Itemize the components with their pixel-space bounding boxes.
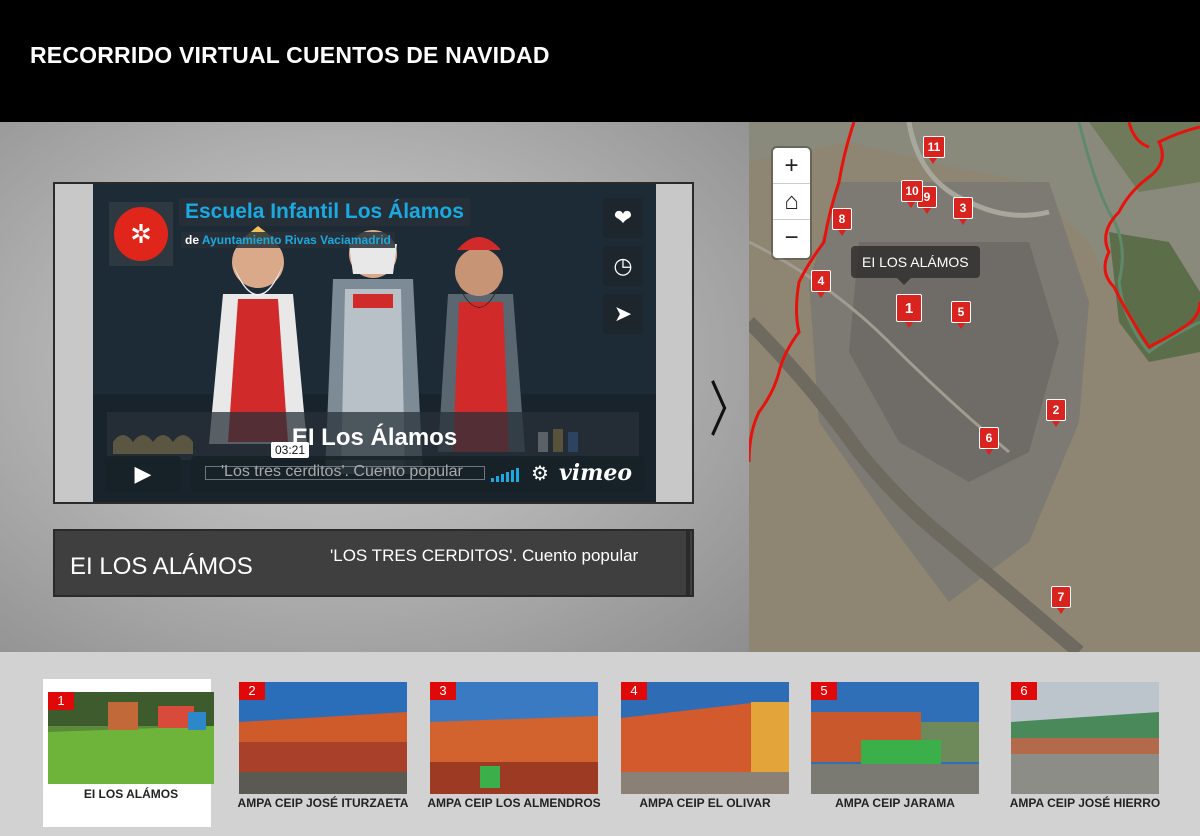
thumbnail-number: 4	[621, 682, 647, 700]
clock-icon: ◷	[613, 253, 633, 278]
thumbnail-1[interactable]: 1 EI LOS ALÁMOS	[43, 679, 214, 827]
thumbnail-number: 5	[811, 682, 837, 700]
time-tooltip: 03:21	[271, 442, 310, 458]
map-marker-6[interactable]: 6	[979, 427, 999, 455]
video-player[interactable]: ✲ Escuela Infantil Los Álamos de Ayuntam…	[93, 184, 656, 502]
play-button[interactable]: ▶	[105, 456, 181, 492]
zoom-in-button[interactable]: +	[773, 148, 810, 184]
thumbnail-number: 1	[48, 692, 74, 710]
home-icon: ⌂	[784, 187, 799, 215]
thumbnail-3[interactable]: 3 AMPA CEIP LOS ALMENDROS	[427, 682, 601, 824]
share-button[interactable]: ➤	[603, 294, 643, 334]
map-marker-8[interactable]: 8	[832, 208, 852, 236]
page-header: RECORRIDO VIRTUAL CUENTOS DE NAVIDAD	[0, 0, 1200, 122]
map-panel[interactable]: + ⌂ − EI LOS ALÁMOS 1 2 3 4 5 6 7 8 9 10…	[749, 122, 1200, 652]
thumbnail-label: AMPA CEIP EL OLIVAR	[639, 796, 771, 810]
map-marker-3[interactable]: 3	[953, 197, 973, 225]
thumbnail-label: EI LOS ALÁMOS	[83, 787, 179, 801]
thumbnail-number: 2	[239, 682, 265, 700]
like-button[interactable]: ❤	[603, 198, 643, 238]
story-school-name: EI LOS ALÁMOS	[70, 553, 253, 580]
thumbnail-label: AMPA CEIP JOSÉ HIERRO	[1009, 796, 1161, 810]
map-marker-5[interactable]: 5	[951, 301, 971, 329]
video-bar-title: 'Los tres cerditos'. Cuento popular	[221, 463, 463, 480]
byline-prefix: de	[185, 233, 200, 247]
map-tooltip: EI LOS ALÁMOS	[851, 246, 980, 285]
page-title: RECORRIDO VIRTUAL CUENTOS DE NAVIDAD	[30, 42, 550, 68]
heart-icon: ❤	[613, 205, 633, 230]
video-scene-caption: EI Los Álamos	[291, 424, 458, 451]
video-channel-title[interactable]: Escuela Infantil Los Álamos	[179, 198, 470, 226]
thumbnail-label: AMPA CEIP JARAMA	[835, 796, 955, 810]
thumbnail-strip: 1 EI LOS ALÁMOS 2 AMPA CEIP JOSÉ ITURZAE…	[0, 652, 1200, 836]
next-arrow-button[interactable]: 〉	[709, 362, 751, 449]
thumbnail-2[interactable]: 2 AMPA CEIP JOSÉ ITURZAETA	[238, 682, 408, 824]
video-controls: ▶ 'Los tres cerditos'. Cuento popular 03…	[105, 442, 645, 492]
vimeo-logo[interactable]: vimeo	[559, 460, 632, 486]
chevron-right-icon: 〉	[709, 377, 751, 444]
thumbnail-5[interactable]: 5 AMPA CEIP JARAMA	[811, 682, 979, 824]
video-stage: ✲ Escuela Infantil Los Álamos de Ayuntam…	[0, 122, 751, 652]
satellite-map[interactable]	[749, 122, 1200, 652]
byline-author-link[interactable]: Ayuntamiento Rivas Vaciamadrid	[202, 233, 391, 247]
thumbnail-number: 3	[430, 682, 456, 700]
thumbnail-label: AMPA CEIP LOS ALMENDROS	[427, 796, 601, 810]
map-marker-1[interactable]: 1	[896, 294, 922, 328]
sun-logo-icon: ✲	[114, 207, 168, 261]
map-marker-2[interactable]: 2	[1046, 399, 1066, 427]
info-divider	[686, 531, 690, 595]
video-byline: de Ayuntamiento Rivas Vaciamadrid	[181, 232, 395, 248]
play-icon: ▶	[134, 461, 152, 486]
map-marker-7[interactable]: 7	[1051, 586, 1071, 614]
thumbnail-4[interactable]: 4 AMPA CEIP EL OLIVAR	[621, 682, 789, 824]
watch-later-button[interactable]: ◷	[603, 246, 643, 286]
zoom-out-button[interactable]: −	[773, 220, 810, 256]
story-description: 'LOS TRES CERDITOS'. Cuento popular	[330, 546, 639, 565]
thumbnail-6[interactable]: 6 AMPA CEIP JOSÉ HIERRO	[1010, 682, 1179, 824]
video-frame: ✲ Escuela Infantil Los Álamos de Ayuntam…	[53, 182, 694, 504]
thumbnail-number: 6	[1011, 682, 1037, 700]
map-marker-11[interactable]: 11	[923, 136, 945, 164]
map-marker-10[interactable]: 10	[901, 180, 923, 208]
map-marker-4[interactable]: 4	[811, 270, 831, 298]
map-zoom-control: + ⌂ −	[773, 148, 810, 258]
volume-control[interactable]	[491, 466, 519, 482]
gear-icon[interactable]: ⚙	[531, 461, 549, 486]
home-button[interactable]: ⌂	[773, 184, 810, 220]
story-info-bar: EI LOS ALÁMOS 'LOS TRES CERDITOS'. Cuent…	[53, 529, 694, 597]
control-bar: 'Los tres cerditos'. Cuento popular 03:2…	[191, 442, 645, 492]
thumbnail-label: AMPA CEIP JOSÉ ITURZAETA	[237, 796, 409, 810]
channel-logo[interactable]: ✲	[109, 202, 173, 266]
paper-plane-icon: ➤	[613, 301, 633, 326]
